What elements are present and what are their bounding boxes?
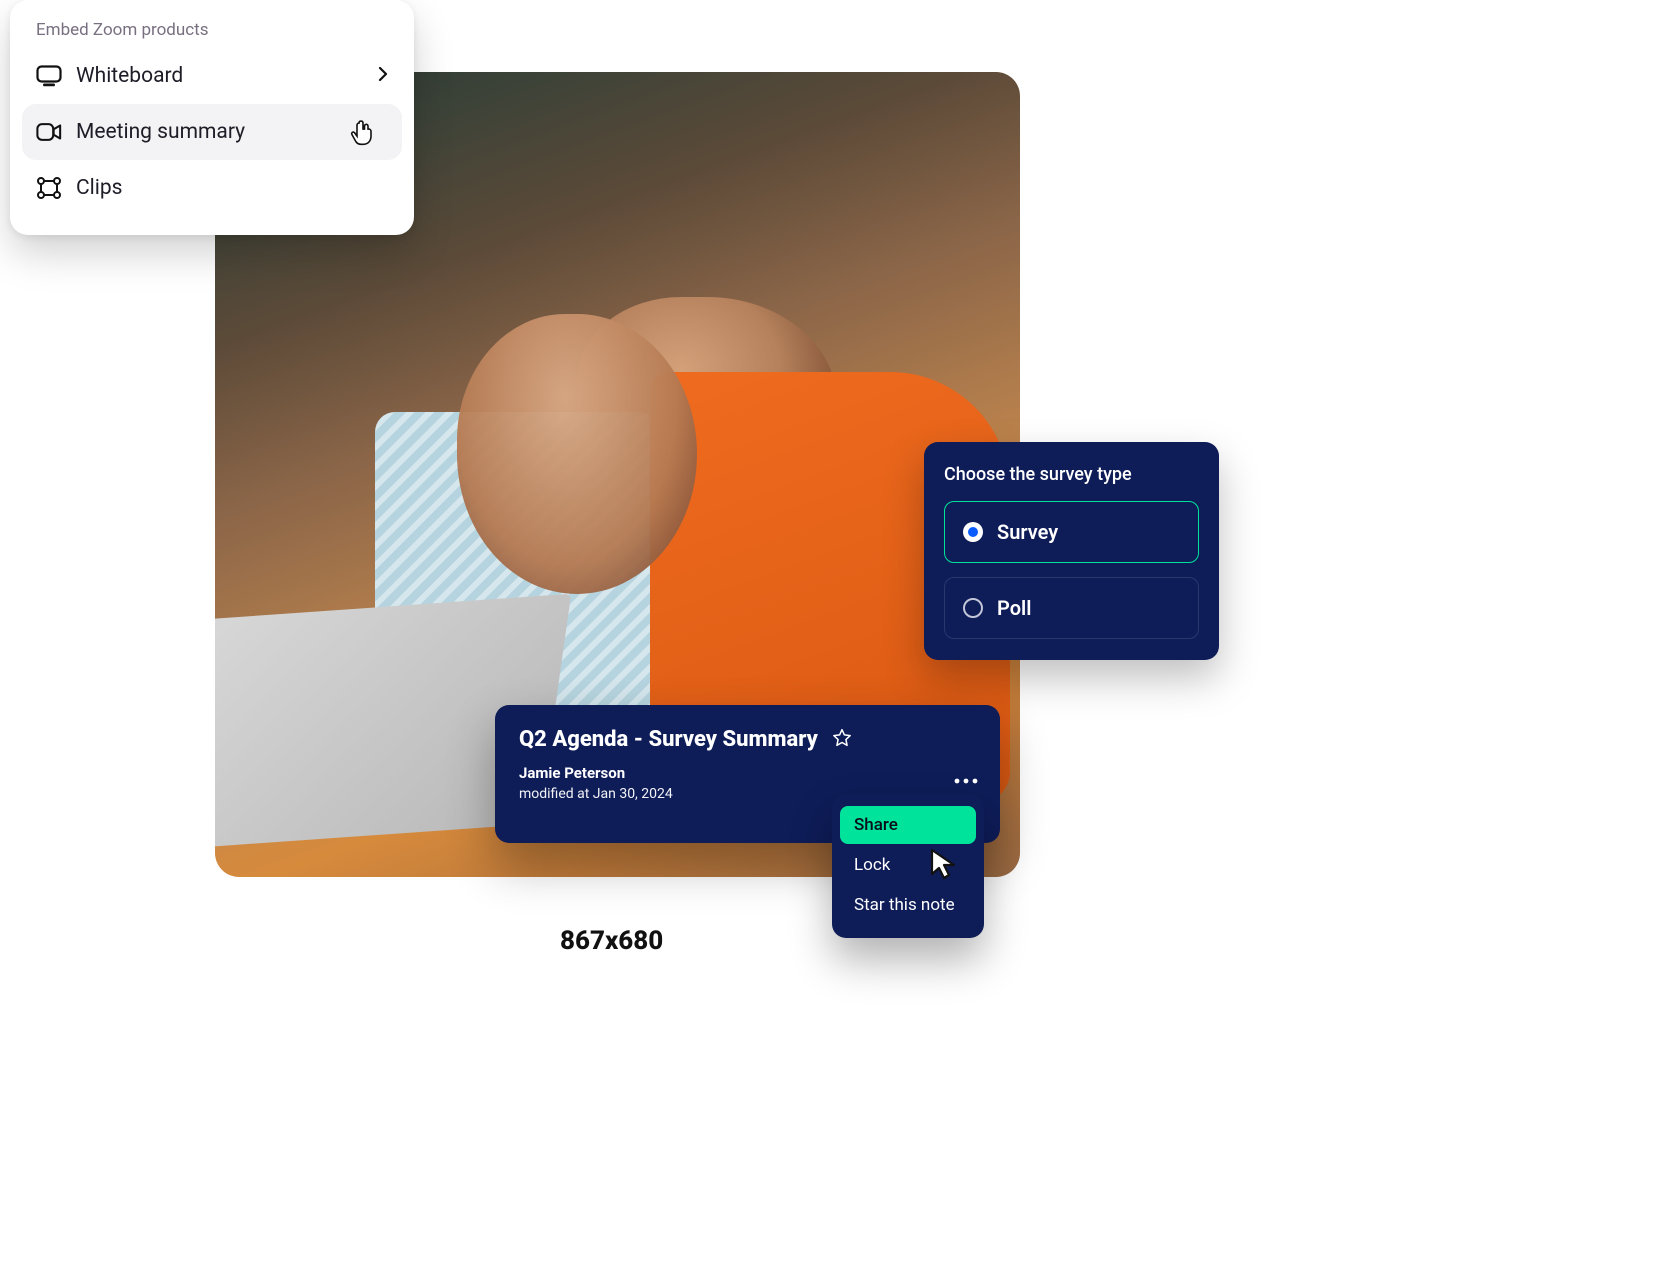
ctx-item-share[interactable]: Share <box>840 806 976 844</box>
embed-item-meeting-summary[interactable]: Meeting summary <box>22 104 402 160</box>
embed-menu: Embed Zoom products Whiteboard Meeting s… <box>10 0 414 235</box>
whiteboard-icon <box>36 63 62 89</box>
survey-option-poll[interactable]: Poll <box>944 577 1199 639</box>
embed-menu-title: Embed Zoom products <box>22 10 402 48</box>
star-icon[interactable] <box>832 728 852 752</box>
radio-on-icon <box>963 522 983 542</box>
agenda-author: Jamie Peterson <box>519 764 976 782</box>
ctx-item-star[interactable]: Star this note <box>840 886 976 924</box>
ellipsis-icon[interactable] <box>954 769 978 788</box>
clips-icon <box>36 175 62 201</box>
survey-option-survey[interactable]: Survey <box>944 501 1199 563</box>
embed-item-whiteboard[interactable]: Whiteboard <box>22 48 402 104</box>
context-menu: Share Lock Star this note <box>832 794 984 938</box>
video-icon <box>36 119 62 145</box>
embed-item-label: Clips <box>76 176 388 200</box>
hand-cursor-icon <box>350 120 374 154</box>
embed-item-clips[interactable]: Clips <box>22 160 402 216</box>
embed-item-label: Whiteboard <box>76 64 364 88</box>
radio-off-icon <box>963 598 983 618</box>
survey-option-label: Poll <box>997 596 1031 620</box>
embed-item-label: Meeting summary <box>76 120 388 144</box>
arrow-cursor-icon <box>928 846 960 886</box>
chevron-right-icon <box>378 64 388 88</box>
survey-card-title: Choose the survey type <box>944 464 1199 485</box>
dimension-label: 867x680 <box>560 926 663 956</box>
survey-option-label: Survey <box>997 520 1058 544</box>
survey-type-card: Choose the survey type Survey Poll <box>924 442 1219 660</box>
agenda-title: Q2 Agenda - Survey Summary <box>519 727 818 752</box>
